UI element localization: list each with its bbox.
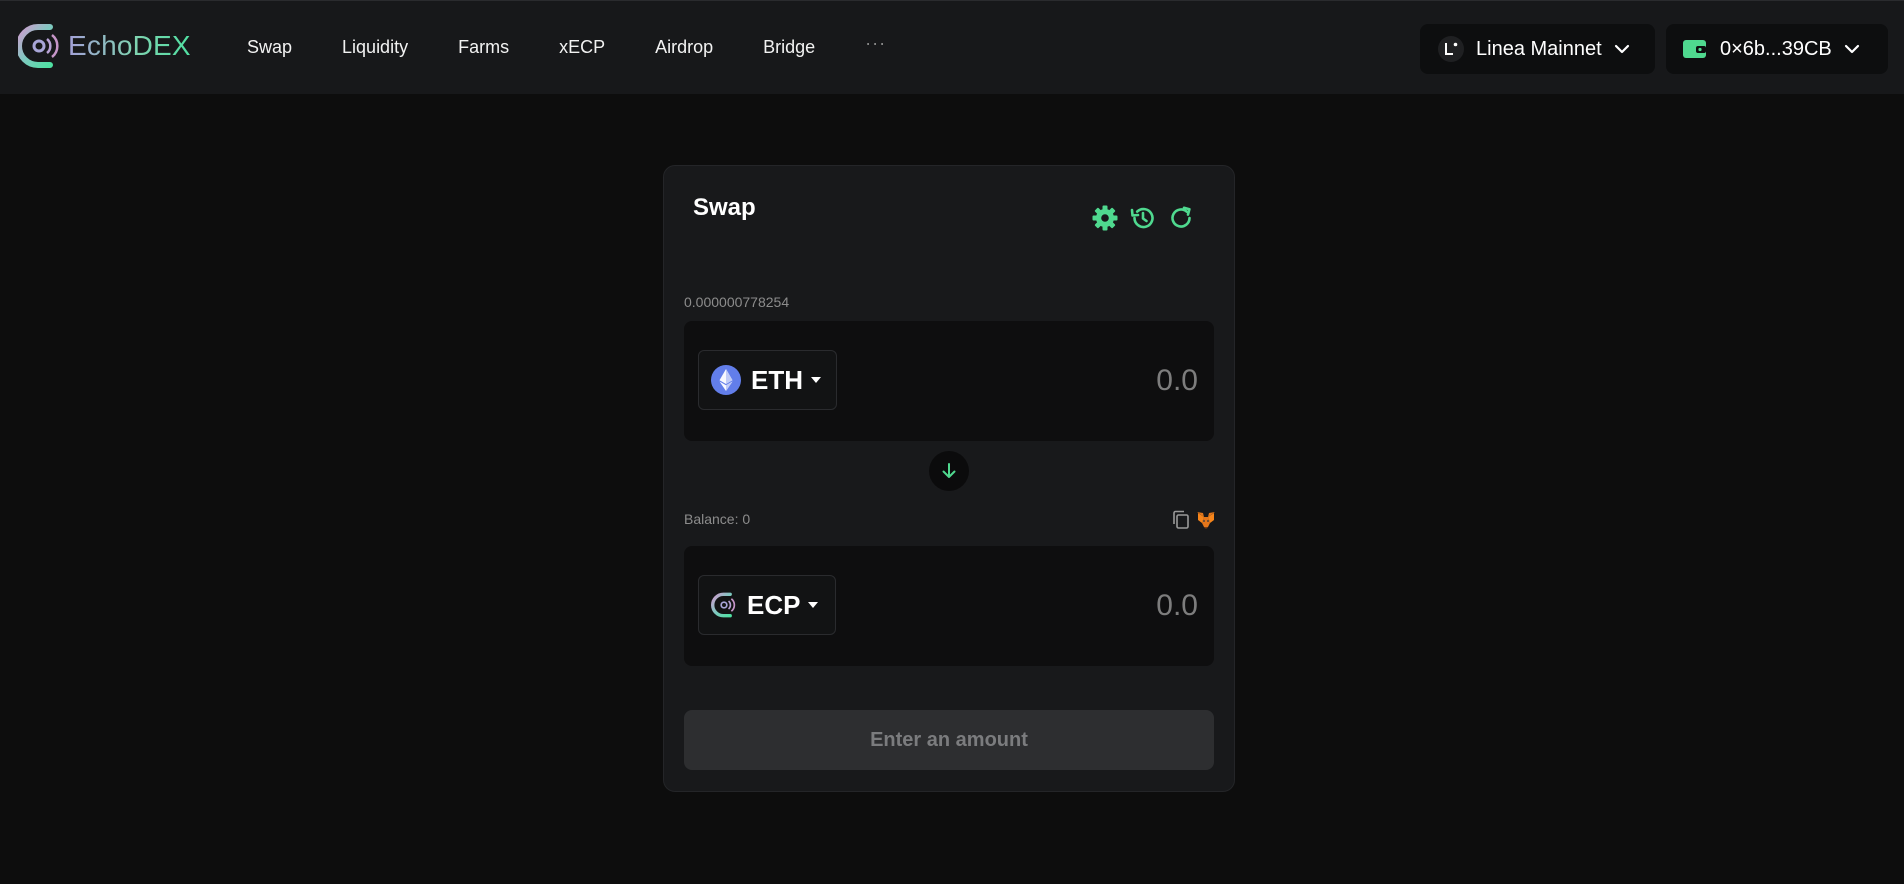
wallet-button[interactable]: 0×6b...39CB xyxy=(1666,24,1888,74)
nav-liquidity[interactable]: Liquidity xyxy=(342,37,408,58)
copy-icon[interactable] xyxy=(1172,510,1190,530)
enter-amount-button[interactable]: Enter an amount xyxy=(684,710,1214,770)
history-icon[interactable] xyxy=(1129,204,1157,232)
nav-xecp[interactable]: xECP xyxy=(559,37,605,58)
nav-farms[interactable]: Farms xyxy=(458,37,509,58)
to-token-symbol: ECP xyxy=(747,589,801,620)
nav-more-button[interactable]: ··· xyxy=(865,33,886,54)
top-navbar: EchoDEX Swap Liquidity Farms xECP Airdro… xyxy=(0,0,1904,94)
chevron-down-icon xyxy=(1844,44,1860,54)
chevron-down-icon xyxy=(1614,44,1630,54)
network-label: Linea Mainnet xyxy=(1476,37,1602,60)
nav-airdrop[interactable]: Airdrop xyxy=(655,37,713,58)
eth-icon xyxy=(711,365,741,395)
from-balance: 0.000000778254 xyxy=(684,294,790,310)
switch-tokens-button[interactable] xyxy=(929,451,969,491)
wallet-icon xyxy=(1682,38,1708,60)
swap-card: Swap 0.000000778254 ETH 0.0 Balance: 0 E… xyxy=(663,165,1235,792)
brand-logo[interactable]: EchoDEX xyxy=(18,23,191,69)
ecp-icon xyxy=(711,592,737,618)
to-amount-input[interactable] xyxy=(936,582,1200,630)
echodex-logo-icon xyxy=(18,24,59,68)
metamask-fox-icon[interactable] xyxy=(1196,511,1216,529)
wallet-address: 0×6b...39CB xyxy=(1720,37,1832,60)
swap-toolbar xyxy=(1091,204,1205,232)
main-nav: Swap Liquidity Farms xECP Airdrop Bridge… xyxy=(247,33,886,58)
to-token-panel: ECP xyxy=(684,546,1214,666)
to-balance: Balance: 0 xyxy=(684,511,751,527)
arrow-down-icon xyxy=(940,462,958,480)
to-token-actions xyxy=(1166,510,1216,530)
from-amount-input[interactable] xyxy=(936,357,1200,405)
from-token-select[interactable]: ETH xyxy=(698,350,837,410)
settings-gear-icon[interactable] xyxy=(1091,204,1119,232)
swap-title: Swap xyxy=(693,194,756,221)
nav-swap[interactable]: Swap xyxy=(247,37,292,58)
caret-down-icon xyxy=(811,377,821,383)
linea-icon xyxy=(1438,36,1464,62)
network-selector[interactable]: Linea Mainnet xyxy=(1420,24,1655,74)
caret-down-icon xyxy=(808,602,819,608)
to-token-select[interactable]: ECP xyxy=(698,575,836,635)
nav-bridge[interactable]: Bridge xyxy=(763,37,815,58)
refresh-icon[interactable] xyxy=(1167,204,1195,232)
from-token-panel: ETH xyxy=(684,321,1214,441)
brand-name: EchoDEX xyxy=(68,30,191,61)
from-token-symbol: ETH xyxy=(751,364,803,395)
